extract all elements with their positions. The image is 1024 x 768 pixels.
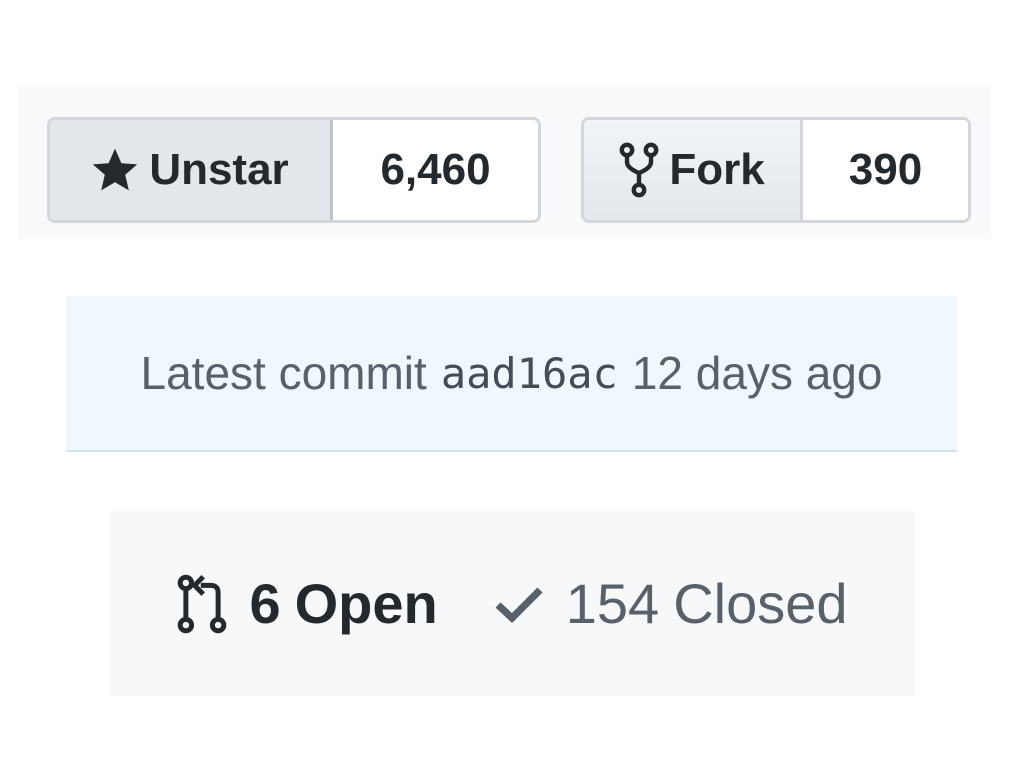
check-icon bbox=[494, 584, 544, 624]
closed-count: 154 bbox=[565, 572, 660, 635]
fork-button[interactable]: Fork bbox=[584, 120, 803, 220]
pull-request-states-bar: 6 Open 154 Closed bbox=[110, 511, 915, 696]
closed-label: Closed bbox=[673, 572, 848, 635]
forks-count[interactable]: 390 bbox=[803, 120, 968, 220]
stargazers-count[interactable]: 6,460 bbox=[333, 120, 538, 220]
latest-commit-bar: Latest commit aad16ac 12 days ago bbox=[66, 296, 957, 452]
commit-age: 12 days ago bbox=[631, 347, 883, 399]
social-buttons-bar: Unstar 6,460 Fork 390 bbox=[18, 87, 991, 239]
commit-sha-link[interactable]: aad16ac bbox=[441, 349, 618, 398]
fork-label: Fork bbox=[669, 145, 765, 194]
latest-commit-label: Latest commit bbox=[140, 347, 427, 399]
open-count: 6 bbox=[249, 572, 281, 635]
unstar-label: Unstar bbox=[149, 145, 289, 194]
star-button-group: Unstar 6,460 bbox=[47, 117, 541, 223]
open-label: Open bbox=[294, 572, 438, 635]
closed-state-toggle[interactable]: 154 Closed bbox=[494, 571, 848, 636]
unstar-button[interactable]: Unstar bbox=[50, 120, 333, 220]
open-state-toggle[interactable]: 6 Open bbox=[177, 571, 438, 636]
fork-button-group: Fork 390 bbox=[581, 117, 971, 223]
repo-header-fragments: Unstar 6,460 Fork 390 Latest commit aad1… bbox=[0, 0, 1024, 768]
repo-forked-icon bbox=[619, 142, 659, 198]
git-pull-request-icon bbox=[177, 573, 227, 635]
star-icon bbox=[91, 147, 139, 193]
